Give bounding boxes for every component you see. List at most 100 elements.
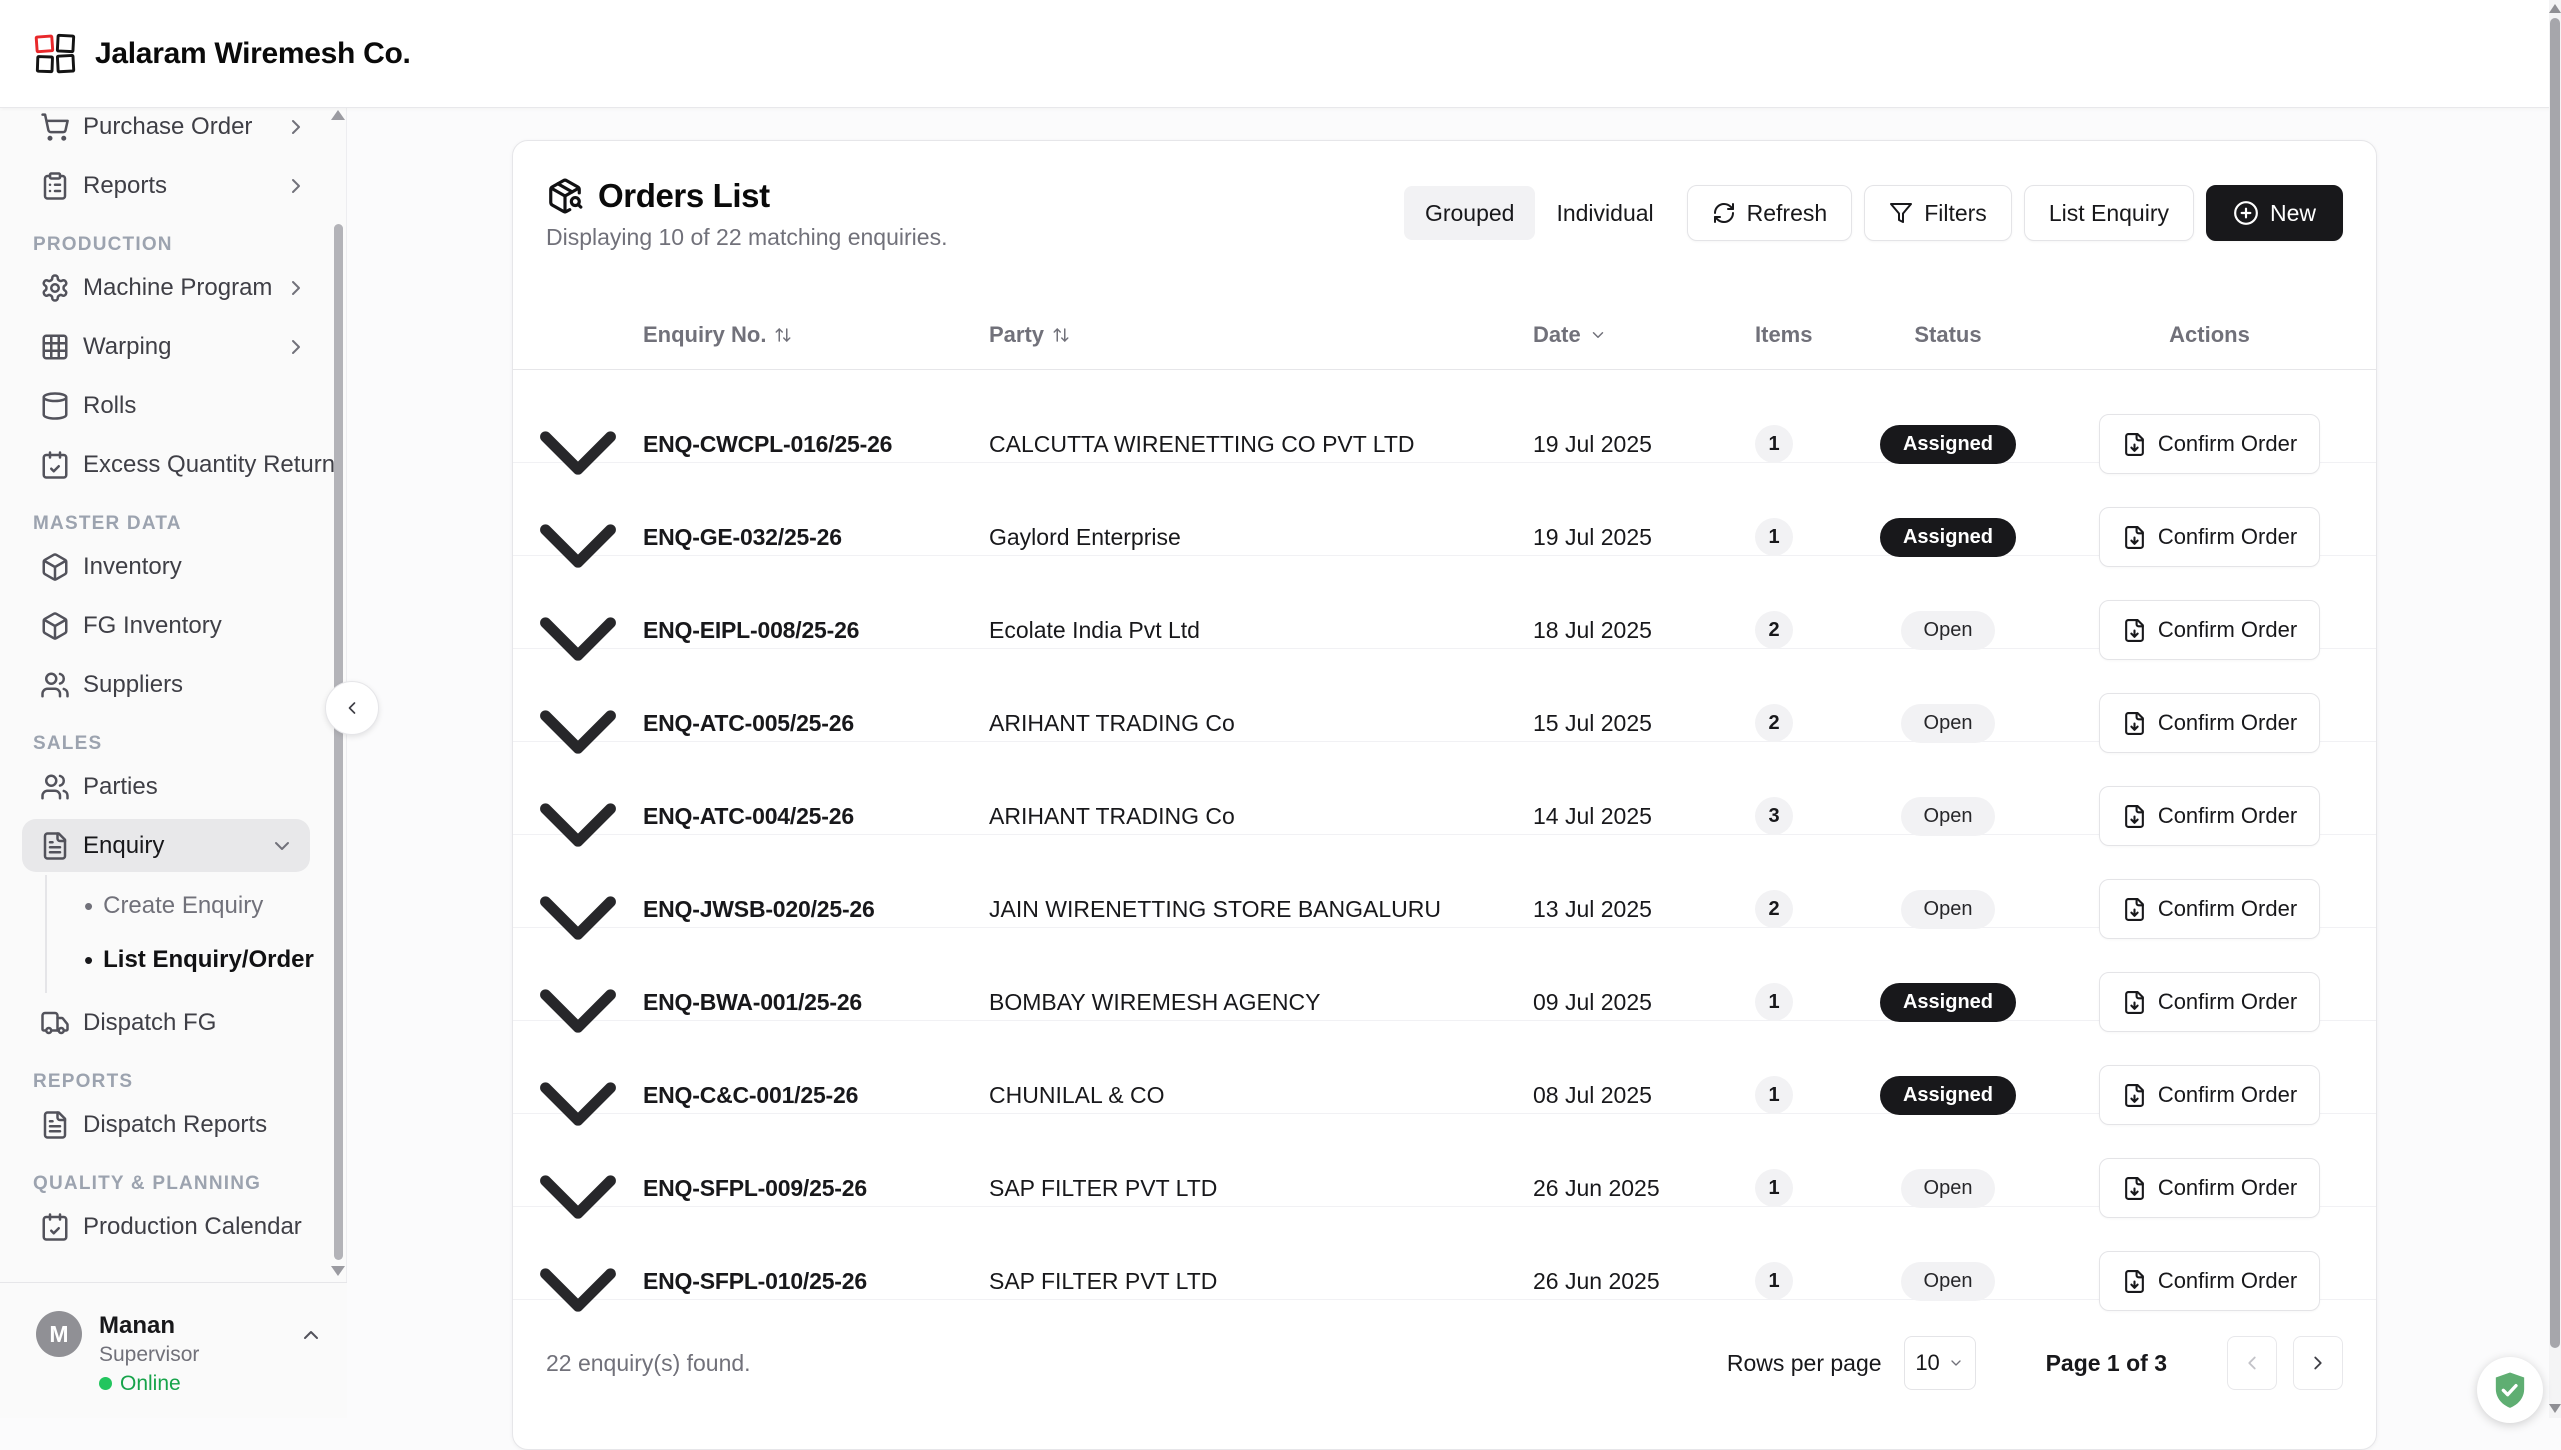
chevron-up-icon[interactable] bbox=[299, 1323, 323, 1347]
cell-party: Ecolate India Pvt Ltd bbox=[989, 617, 1533, 644]
table-row-enq-sfpl-010-25-26[interactable]: ENQ-SFPL-010/25-26SAP FILTER PVT LTD26 J… bbox=[513, 1207, 2376, 1300]
page-scrollbar-thumb[interactable] bbox=[2550, 18, 2560, 1348]
sidebar-item-dispatch-reports[interactable]: Dispatch Reports bbox=[0, 1095, 332, 1154]
sidebar-item-label: FG Inventory bbox=[83, 612, 222, 640]
new-button[interactable]: New bbox=[2206, 185, 2343, 241]
user-status: Online bbox=[99, 1371, 199, 1397]
sidebar-subitem-label: List Enquiry/Order bbox=[103, 946, 314, 974]
scroll-down-arrow-icon[interactable] bbox=[2549, 1404, 2561, 1413]
adguard-shield-button[interactable] bbox=[2477, 1357, 2543, 1423]
table-row-enq-atc-004-25-26[interactable]: ENQ-ATC-004/25-26ARIHANT TRADING Co14 Ju… bbox=[513, 742, 2376, 835]
chevron-down-icon bbox=[270, 834, 294, 858]
column-header-party[interactable]: Party bbox=[989, 322, 1533, 348]
sidebar-item-rolls[interactable]: Rolls bbox=[0, 376, 332, 435]
table-row-enq-cwcpl-016-25-26[interactable]: ENQ-CWCPL-016/25-26CALCUTTA WIRENETTING … bbox=[513, 370, 2376, 463]
table-row-enq-bwa-001-25-26[interactable]: ENQ-BWA-001/25-26BOMBAY WIREMESH AGENCY0… bbox=[513, 928, 2376, 1021]
chevron-right-icon bbox=[2307, 1352, 2329, 1374]
confirm-order-button[interactable]: Confirm Order bbox=[2099, 1065, 2320, 1125]
sidebar-subitem-create-enquiry[interactable]: •Create Enquiry bbox=[47, 879, 332, 933]
sidebar-item-reports[interactable]: Reports bbox=[0, 156, 332, 215]
column-header-date[interactable]: Date bbox=[1533, 322, 1743, 348]
sidebar-scrollbar-thumb[interactable] bbox=[334, 224, 343, 1260]
confirm-order-button[interactable]: Confirm Order bbox=[2099, 693, 2320, 753]
cell-party: BOMBAY WIREMESH AGENCY bbox=[989, 989, 1533, 1016]
confirm-order-label: Confirm Order bbox=[2158, 710, 2297, 736]
confirm-order-button[interactable]: Confirm Order bbox=[2099, 600, 2320, 660]
confirm-order-label: Confirm Order bbox=[2158, 1268, 2297, 1294]
cell-party: CHUNILAL & CO bbox=[989, 1082, 1533, 1109]
column-label: Enquiry No. bbox=[643, 322, 766, 348]
confirm-order-label: Confirm Order bbox=[2158, 803, 2297, 829]
column-header-actions: Actions bbox=[2043, 322, 2376, 348]
sidebar-item-excess-quantity-return[interactable]: Excess Quantity Return bbox=[0, 435, 332, 494]
file-down-icon bbox=[2122, 1269, 2147, 1294]
sidebar-item-label: Purchase Order bbox=[83, 113, 252, 141]
table-row-enq-jwsb-020-25-26[interactable]: ENQ-JWSB-020/25-26JAIN WIRENETTING STORE… bbox=[513, 835, 2376, 928]
file-down-icon bbox=[2122, 990, 2147, 1015]
refresh-button[interactable]: Refresh bbox=[1687, 185, 1853, 241]
status-badge: Open bbox=[1901, 1262, 1996, 1301]
items-count-badge: 1 bbox=[1755, 1169, 1793, 1207]
confirm-order-button[interactable]: Confirm Order bbox=[2099, 414, 2320, 474]
column-label: Items bbox=[1755, 322, 1812, 348]
user-role: Supervisor bbox=[99, 1342, 199, 1368]
sidebar-subitem-list-enquiry-order[interactable]: • List Enquiry/Order bbox=[47, 933, 332, 987]
page-title: Orders List bbox=[598, 177, 770, 215]
orders-list-card: Orders List Displaying 10 of 22 matching… bbox=[512, 140, 2377, 1450]
next-page-button[interactable] bbox=[2293, 1336, 2343, 1390]
toggle-grouped[interactable]: Grouped bbox=[1404, 186, 1536, 240]
column-header-enquiry-no[interactable]: Enquiry No. bbox=[643, 322, 989, 348]
sidebar-item-parties[interactable]: Parties bbox=[0, 757, 332, 816]
cell-enquiry-no: ENQ-GE-032/25-26 bbox=[643, 524, 989, 551]
column-header-items: Items bbox=[1743, 322, 1853, 348]
list-enquiry-button[interactable]: List Enquiry bbox=[2024, 185, 2194, 241]
sidebar-item-warping[interactable]: Warping bbox=[0, 317, 332, 376]
confirm-order-button[interactable]: Confirm Order bbox=[2099, 879, 2320, 939]
column-label: Status bbox=[1914, 322, 1981, 348]
cylinder-icon bbox=[40, 391, 70, 421]
previous-page-button[interactable] bbox=[2227, 1336, 2277, 1390]
page-indicator: Page 1 of 3 bbox=[2046, 1350, 2167, 1377]
file-down-icon bbox=[2122, 897, 2147, 922]
sidebar-item-enquiry[interactable]: Enquiry bbox=[22, 819, 310, 872]
bullet-icon: • bbox=[84, 947, 93, 973]
scroll-up-arrow-icon[interactable] bbox=[2549, 4, 2561, 13]
filters-button[interactable]: Filters bbox=[1864, 185, 2012, 241]
cell-party: ARIHANT TRADING Co bbox=[989, 803, 1533, 830]
confirm-order-button[interactable]: Confirm Order bbox=[2099, 1158, 2320, 1218]
filter-icon bbox=[1889, 201, 1913, 225]
scroll-up-arrow-icon[interactable] bbox=[331, 110, 345, 120]
table-row-enq-eipl-008-25-26[interactable]: ENQ-EIPL-008/25-26Ecolate India Pvt Ltd1… bbox=[513, 556, 2376, 649]
sidebar-item-fg-inventory[interactable]: FG Inventory bbox=[0, 596, 332, 655]
table-row-enq-atc-005-25-26[interactable]: ENQ-ATC-005/25-26ARIHANT TRADING Co15 Ju… bbox=[513, 649, 2376, 742]
file-down-icon bbox=[2122, 804, 2147, 829]
bullet-icon: • bbox=[84, 893, 93, 919]
rows-per-page-select[interactable]: 10 bbox=[1904, 1336, 1976, 1390]
confirm-order-button[interactable]: Confirm Order bbox=[2099, 507, 2320, 567]
sidebar-item-machine-program[interactable]: Machine Program bbox=[0, 258, 332, 317]
cell-date: 26 Jun 2025 bbox=[1533, 1175, 1743, 1202]
chevron-right-icon bbox=[284, 174, 308, 198]
sidebar-item-purchase-order[interactable]: Purchase Order bbox=[0, 108, 332, 156]
table-row-enq-ge-032-25-26[interactable]: ENQ-GE-032/25-26Gaylord Enterprise19 Jul… bbox=[513, 463, 2376, 556]
toggle-individual[interactable]: Individual bbox=[1535, 186, 1674, 240]
sidebar-item-inventory[interactable]: Inventory bbox=[0, 537, 332, 596]
sidebar-item-label: Warping bbox=[83, 333, 171, 361]
sidebar-item-dispatch-fg[interactable]: Dispatch FG bbox=[0, 993, 332, 1052]
cell-date: 09 Jul 2025 bbox=[1533, 989, 1743, 1016]
file-down-icon bbox=[2122, 525, 2147, 550]
table-row-enq-c-c-001-25-26[interactable]: ENQ-C&C-001/25-26CHUNILAL & CO08 Jul 202… bbox=[513, 1021, 2376, 1114]
user-panel[interactable]: M Manan Supervisor Online bbox=[0, 1282, 347, 1418]
table-row-enq-sfpl-009-25-26[interactable]: ENQ-SFPL-009/25-26SAP FILTER PVT LTD26 J… bbox=[513, 1114, 2376, 1207]
cell-enquiry-no: ENQ-ATC-004/25-26 bbox=[643, 803, 989, 830]
confirm-order-button[interactable]: Confirm Order bbox=[2099, 786, 2320, 846]
confirm-order-button[interactable]: Confirm Order bbox=[2099, 972, 2320, 1032]
sidebar-item-suppliers[interactable]: Suppliers bbox=[0, 655, 332, 714]
file-down-icon bbox=[2122, 711, 2147, 736]
sidebar-collapse-button[interactable] bbox=[325, 681, 379, 735]
cell-date: 18 Jul 2025 bbox=[1533, 617, 1743, 644]
table-header-row: Enquiry No. Party Date Items Status Acti… bbox=[513, 301, 2376, 370]
sidebar-item-production-calendar[interactable]: Production Calendar bbox=[0, 1197, 332, 1256]
scroll-down-arrow-icon[interactable] bbox=[331, 1266, 345, 1276]
cell-date: 13 Jul 2025 bbox=[1533, 896, 1743, 923]
